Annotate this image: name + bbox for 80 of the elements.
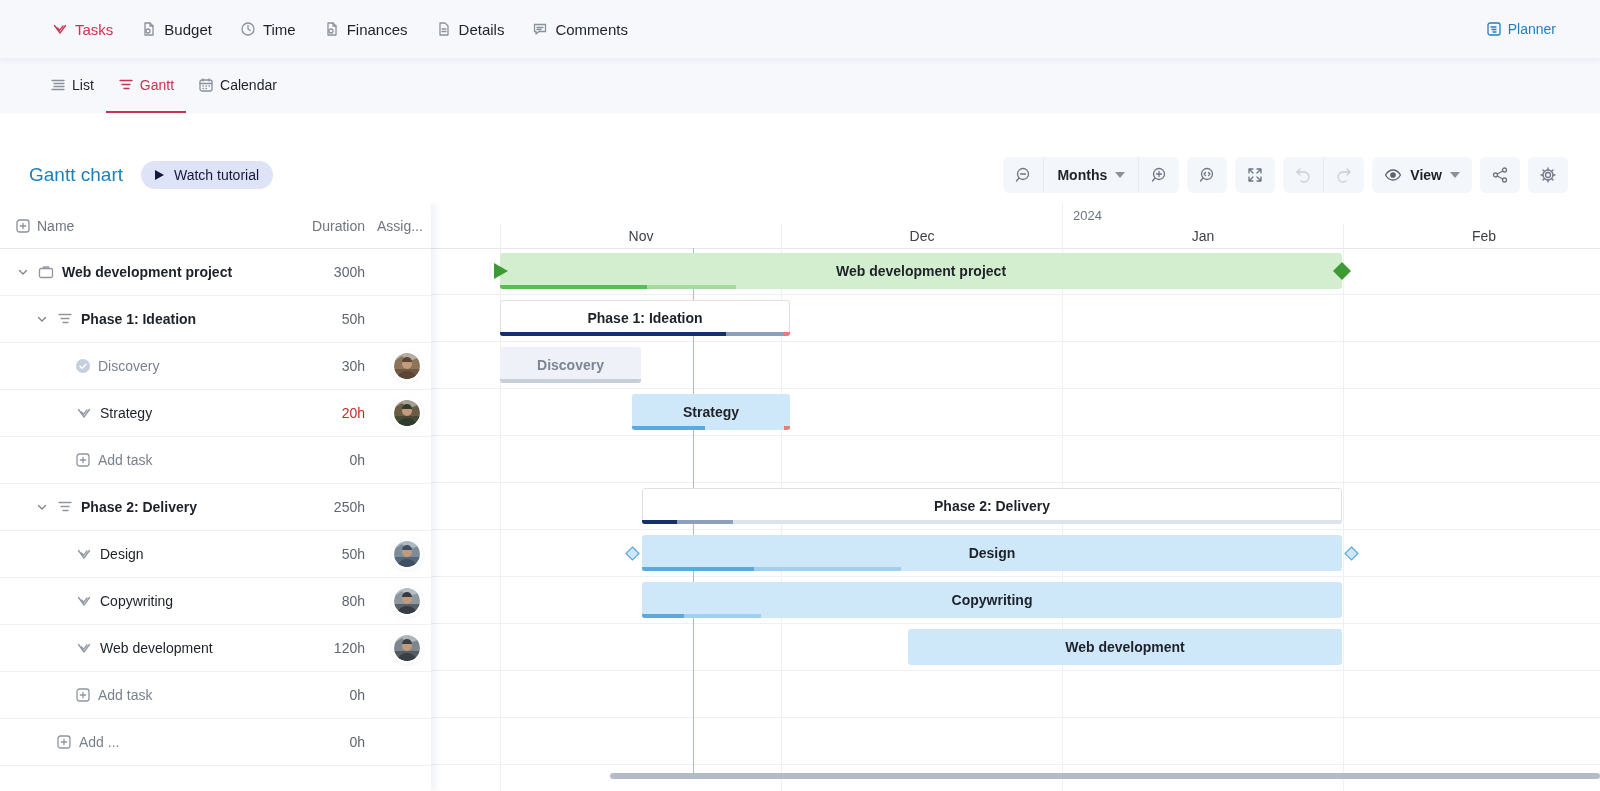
briefcase-icon [38, 264, 54, 280]
column-header: Duration [311, 217, 365, 234]
diamond-icon[interactable] [625, 545, 640, 561]
add-task-link[interactable]: Add task [98, 452, 153, 468]
month-label: Dec [909, 228, 935, 244]
gantt-bar[interactable]: Design [642, 535, 1342, 571]
chat-bubble-icon [532, 21, 549, 37]
plus-icon [76, 688, 90, 702]
month-label: Nov [628, 228, 654, 244]
diamond-icon[interactable] [1344, 545, 1359, 561]
nav-tab[interactable]: Budget [131, 14, 222, 44]
bar-label: Strategy [683, 404, 739, 420]
view-tab[interactable]: Calendar [186, 58, 289, 113]
nav-tab[interactable]: Tasks [42, 14, 124, 44]
add-task-link[interactable]: Add ... [79, 734, 120, 750]
gantt-bar[interactable]: Copywriting [642, 582, 1342, 618]
column-header: Name [37, 217, 75, 234]
nav-tab[interactable]: Time [229, 14, 306, 44]
duration-cell-text: 20h [340, 405, 365, 421]
add-task-link[interactable]: Add task [98, 687, 153, 703]
duration-cell-text: 50h [340, 311, 365, 327]
play-icon [155, 170, 164, 180]
gantt-bar[interactable]: Strategy [632, 394, 790, 430]
duration-cell-text: 80h [340, 593, 365, 609]
task-name: Phase 1: Ideation [81, 311, 197, 327]
year-label: 2024 [1073, 207, 1102, 225]
task-name: Design [100, 546, 144, 562]
view-tab[interactable]: List [38, 58, 106, 113]
add-column-icon[interactable] [16, 218, 30, 233]
caret-icon [1450, 172, 1460, 178]
nav-tab[interactable]: Comments [522, 14, 638, 44]
bar-label: Design [968, 545, 1016, 561]
nav-tab[interactable]: Details [425, 14, 515, 44]
month-label: Feb [1471, 228, 1497, 244]
column-header: Assig... [376, 217, 424, 234]
tutorial-button[interactable]: Watch tutorial [141, 161, 274, 189]
bar-label: Copywriting [951, 592, 1033, 608]
task-name: Web development [100, 640, 213, 656]
month-label: Jan [1191, 228, 1215, 244]
plus-icon [76, 453, 90, 467]
duration-cell-text: 120h [332, 640, 365, 656]
bar-label: Web development [1065, 639, 1185, 655]
task-name: Discovery [98, 358, 160, 374]
task-name: Copywriting [100, 593, 174, 609]
eye-icon [1384, 166, 1403, 184]
planner-link[interactable]: Planner [1479, 17, 1562, 41]
check-circle-icon[interactable] [76, 359, 90, 373]
bar-label: Web development project [835, 263, 1007, 279]
nav-tab[interactable]: Finances [313, 14, 418, 44]
gantt-bar[interactable]: Phase 2: Delivery [642, 488, 1342, 524]
view-tab[interactable]: Gantt [105, 58, 187, 113]
bar-label: Phase 1: Ideation [587, 310, 703, 326]
fullscreen-icon [1246, 166, 1265, 184]
bar-label: Phase 2: Delivery [934, 498, 1050, 514]
duration-cell-text: 30h [340, 358, 365, 374]
plus-icon [57, 735, 71, 749]
gantt-bar[interactable]: Phase 1: Ideation [500, 300, 790, 336]
bar-label: Discovery [537, 357, 604, 373]
duration-cell-text: 0h [348, 734, 365, 750]
gantt-bar[interactable]: Web development project [500, 253, 1342, 289]
calendar-icon [198, 76, 215, 93]
chart-icon [1485, 21, 1502, 37]
page-title: Gantt chart [29, 164, 123, 186]
duration-cell-text: 0h [348, 452, 365, 468]
duration-cell-text: 0h [348, 687, 365, 703]
scrollbar[interactable] [610, 773, 1600, 779]
start-marker-icon[interactable] [494, 263, 508, 279]
settings-icon [1539, 166, 1557, 184]
task-name: Phase 2: Delivery [81, 499, 197, 515]
duration-cell-text: 50h [340, 546, 365, 562]
gantt-bar[interactable]: Web development [908, 629, 1342, 665]
caret-icon [1115, 172, 1126, 178]
duration-cell-text: 300h [332, 264, 365, 280]
share-icon [1491, 166, 1509, 184]
task-name: Strategy [100, 405, 153, 421]
duration-cell-text: 250h [332, 499, 365, 515]
task-name: Web development project [62, 264, 233, 280]
undo-icon [1294, 166, 1313, 184]
diamond-icon[interactable] [1333, 262, 1351, 280]
clock-icon [239, 21, 256, 37]
